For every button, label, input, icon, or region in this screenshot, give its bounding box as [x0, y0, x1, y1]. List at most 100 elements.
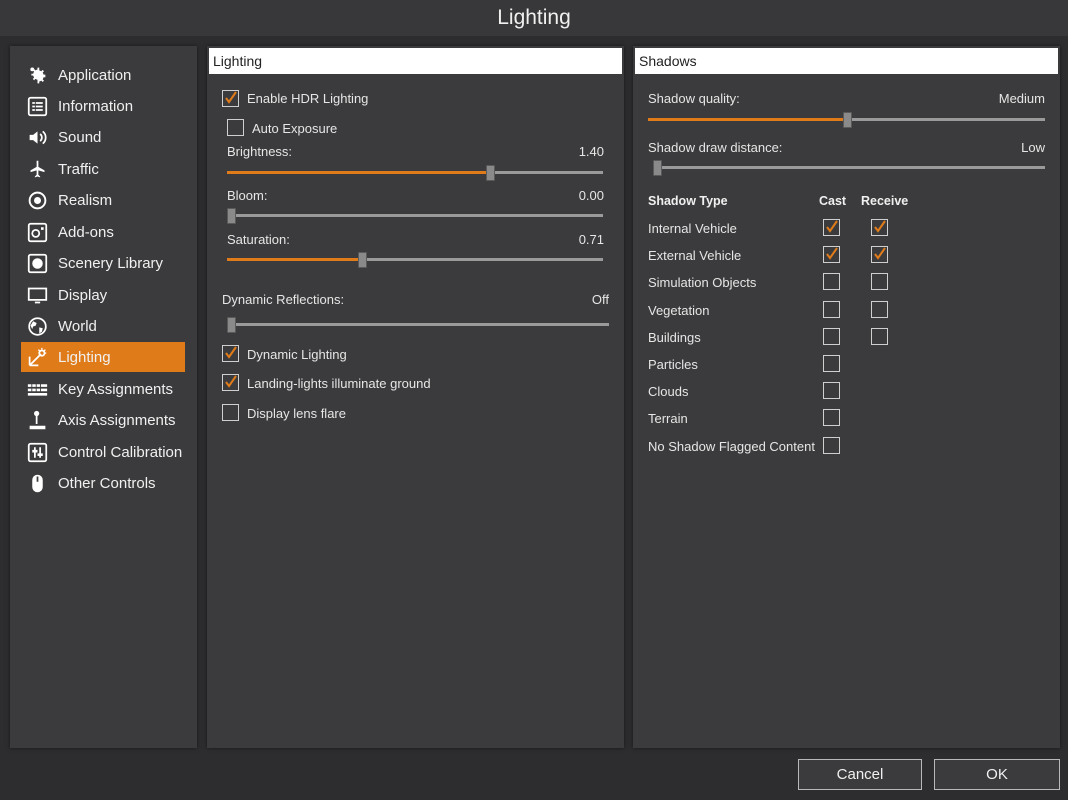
mouse-icon — [26, 472, 48, 494]
keyboard-icon — [26, 378, 48, 400]
shadow-row-label: Particles — [648, 357, 698, 372]
globe-icon — [26, 315, 48, 337]
sidebar-item-other-controls[interactable]: Other Controls — [21, 468, 185, 498]
enable-hdr-checkbox[interactable] — [222, 90, 239, 107]
sidebar-item-axis-assignments[interactable]: Axis Assignments — [21, 405, 185, 435]
cast-checkbox[interactable] — [823, 436, 840, 454]
sidebar-item-realism[interactable]: Realism — [21, 185, 185, 215]
gear-icon — [26, 64, 48, 86]
sidebar-item-world[interactable]: World — [21, 311, 185, 341]
sidebar-item-label: Traffic — [58, 160, 99, 178]
lens-flare-label: Display lens flare — [247, 406, 346, 421]
shadows-panel-header: Shadows — [635, 48, 1058, 74]
cast-checkbox[interactable] — [823, 409, 840, 427]
cast-checkbox[interactable] — [823, 246, 840, 264]
sidebar-item-key-assignments[interactable]: Key Assignments — [21, 374, 185, 404]
window-title: Lighting — [0, 0, 1068, 36]
dynamic-lighting-label: Dynamic Lighting — [247, 347, 347, 362]
sidebar-item-label: Other Controls — [58, 474, 156, 492]
enable-hdr-label: Enable HDR Lighting — [247, 91, 369, 106]
shadow-type-header: Shadow Type — [648, 194, 728, 208]
sidebar-item-label: Information — [58, 97, 134, 115]
bloom-label: Bloom: — [227, 188, 268, 203]
shadow-row-label: External Vehicle — [648, 248, 742, 264]
shadow-row-label: Internal Vehicle — [648, 221, 737, 236]
dynamic-lighting-checkbox[interactable] — [222, 345, 239, 362]
receive-checkbox[interactable] — [871, 246, 888, 264]
shadow-quality-value: Medium — [998, 91, 1045, 106]
addons-icon — [26, 221, 48, 243]
list-icon — [26, 95, 48, 117]
sidebar-item-label: Application — [58, 66, 132, 84]
auto-exposure-label: Auto Exposure — [252, 121, 338, 136]
dynamic-reflections-slider-thumb[interactable] — [227, 317, 236, 333]
monitor-icon — [26, 284, 48, 306]
sidebar-item-traffic[interactable]: Traffic — [21, 154, 185, 184]
sidebar-item-label: Axis Assignments — [58, 411, 176, 429]
saturation-slider[interactable] — [227, 252, 603, 268]
calibration-icon — [26, 441, 48, 463]
bloom-value: 0.00 — [578, 188, 604, 203]
sidebar-item-label: Key Assignments — [58, 380, 174, 398]
cancel-button[interactable]: Cancel — [798, 759, 922, 790]
brightness-slider-thumb[interactable] — [486, 165, 495, 181]
dynamic-reflections-slider[interactable] — [227, 317, 609, 333]
lens-flare-checkbox[interactable] — [222, 404, 239, 421]
shadow-row-label: Clouds — [648, 384, 689, 400]
cast-checkbox[interactable] — [823, 273, 840, 291]
auto-exposure-checkbox[interactable] — [227, 119, 244, 136]
shadow-quality-slider[interactable] — [648, 112, 1045, 128]
cast-checkbox[interactable] — [823, 219, 840, 236]
cast-header: Cast — [819, 194, 847, 208]
brightness-label: Brightness: — [227, 144, 293, 159]
brightness-slider[interactable] — [227, 165, 603, 181]
receive-header: Receive — [861, 194, 909, 208]
shadow-draw-distance-value: Low — [1021, 140, 1045, 155]
sidebar-item-information[interactable]: Information — [21, 91, 185, 121]
bloom-slider-thumb[interactable] — [227, 208, 236, 224]
saturation-value: 0.71 — [578, 232, 604, 247]
sidebar-item-lighting[interactable]: Lighting — [21, 342, 185, 372]
shadow-row-label: Terrain — [648, 411, 688, 427]
sidebar-item-add-ons[interactable]: Add-ons — [21, 217, 185, 247]
receive-checkbox[interactable] — [871, 327, 888, 345]
brightness-value: 1.40 — [578, 144, 604, 159]
dynamic-reflections-label: Dynamic Reflections: — [222, 292, 345, 307]
dynamic-reflections-value: Off — [591, 292, 609, 307]
shadows-panel: Shadows Shadow quality: Medium Shadow dr… — [633, 46, 1060, 748]
ok-button[interactable]: OK — [934, 759, 1060, 790]
sidebar-item-label: Lighting — [58, 348, 111, 366]
shadow-row-label: Simulation Objects — [648, 275, 757, 291]
cast-checkbox[interactable] — [823, 327, 840, 345]
scenery-icon — [26, 252, 48, 274]
lighting-icon — [26, 346, 48, 368]
sidebar-item-sound[interactable]: Sound — [21, 122, 185, 152]
sidebar-item-label: Sound — [58, 128, 102, 146]
joystick-icon — [26, 409, 48, 431]
cast-checkbox[interactable] — [823, 382, 840, 400]
shadow-row-label: Vegetation — [648, 302, 710, 318]
shadow-quality-slider-thumb[interactable] — [843, 112, 852, 128]
sidebar: Application Information Sound Traffic Re… — [10, 46, 197, 748]
receive-checkbox[interactable] — [871, 300, 888, 318]
sidebar-item-scenery-library[interactable]: Scenery Library — [21, 248, 185, 278]
receive-checkbox[interactable] — [871, 273, 888, 291]
landing-lights-checkbox[interactable] — [222, 374, 239, 391]
sidebar-item-label: Control Calibration — [58, 443, 183, 461]
sidebar-item-application[interactable]: Application — [21, 60, 185, 90]
receive-checkbox[interactable] — [871, 219, 888, 236]
landing-lights-label: Landing-lights illuminate ground — [247, 376, 431, 391]
saturation-label: Saturation: — [227, 232, 290, 247]
bloom-slider[interactable] — [227, 208, 603, 224]
cast-checkbox[interactable] — [823, 355, 840, 372]
shadow-row-label: No Shadow Flagged Content — [648, 438, 815, 454]
shadow-draw-distance-slider[interactable] — [653, 160, 1045, 176]
speaker-icon — [26, 126, 48, 148]
shadow-quality-label: Shadow quality: — [648, 91, 740, 106]
sidebar-item-display[interactable]: Display — [21, 280, 185, 310]
saturation-slider-thumb[interactable] — [358, 252, 367, 268]
shadow-row-label: Buildings — [648, 329, 701, 345]
shadow-draw-distance-slider-thumb[interactable] — [653, 160, 662, 176]
sidebar-item-control-calibration[interactable]: Control Calibration — [21, 437, 185, 467]
cast-checkbox[interactable] — [823, 300, 840, 318]
